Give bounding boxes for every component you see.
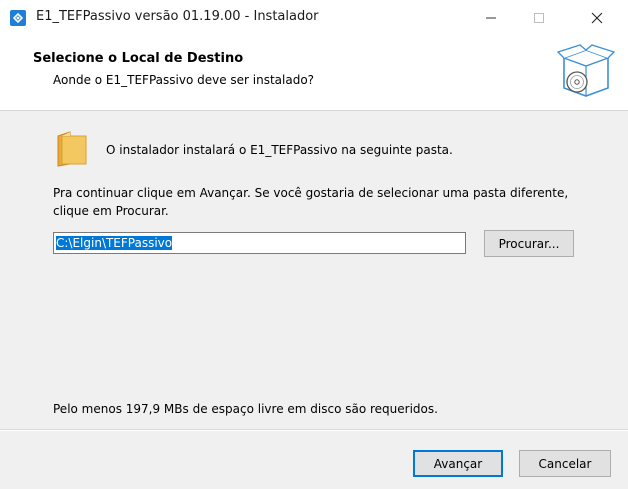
cancel-button[interactable]: Cancelar <box>519 450 611 477</box>
minimize-icon <box>486 17 496 19</box>
box-disc-icon <box>556 44 616 97</box>
installer-app-icon[interactable] <box>10 10 26 26</box>
window-title: E1_TEFPassivo versão 01.19.00 - Instalad… <box>36 9 319 24</box>
maximize-icon <box>534 13 544 23</box>
footer-divider <box>0 429 628 431</box>
wizard-header: Selecione o Local de Destino Aonde o E1_… <box>0 36 628 111</box>
next-button[interactable]: Avançar <box>413 450 503 477</box>
install-folder-info: O instalador instalará o E1_TEFPassivo n… <box>106 143 453 157</box>
disk-space-requirement: Pelo menos 197,9 MBs de espaço livre em … <box>53 402 438 416</box>
instruction-text: Pra continuar clique em Avançar. Se você… <box>53 186 569 218</box>
page-title: Selecione o Local de Destino <box>33 51 244 66</box>
page-subtitle: Aonde o E1_TEFPassivo deve ser instalado… <box>53 73 315 87</box>
browse-button[interactable]: Procurar... <box>484 230 574 257</box>
title-bar[interactable]: E1_TEFPassivo versão 01.19.00 - Instalad… <box>0 0 628 36</box>
destination-path-input[interactable]: C:\Elgin\TEFPassivo <box>53 232 466 254</box>
minimize-button[interactable] <box>468 0 514 36</box>
close-icon <box>591 12 603 24</box>
folder-icon <box>57 131 87 167</box>
maximize-button[interactable] <box>516 0 562 36</box>
close-button[interactable] <box>574 0 620 36</box>
destination-path-value: C:\Elgin\TEFPassivo <box>56 236 173 250</box>
